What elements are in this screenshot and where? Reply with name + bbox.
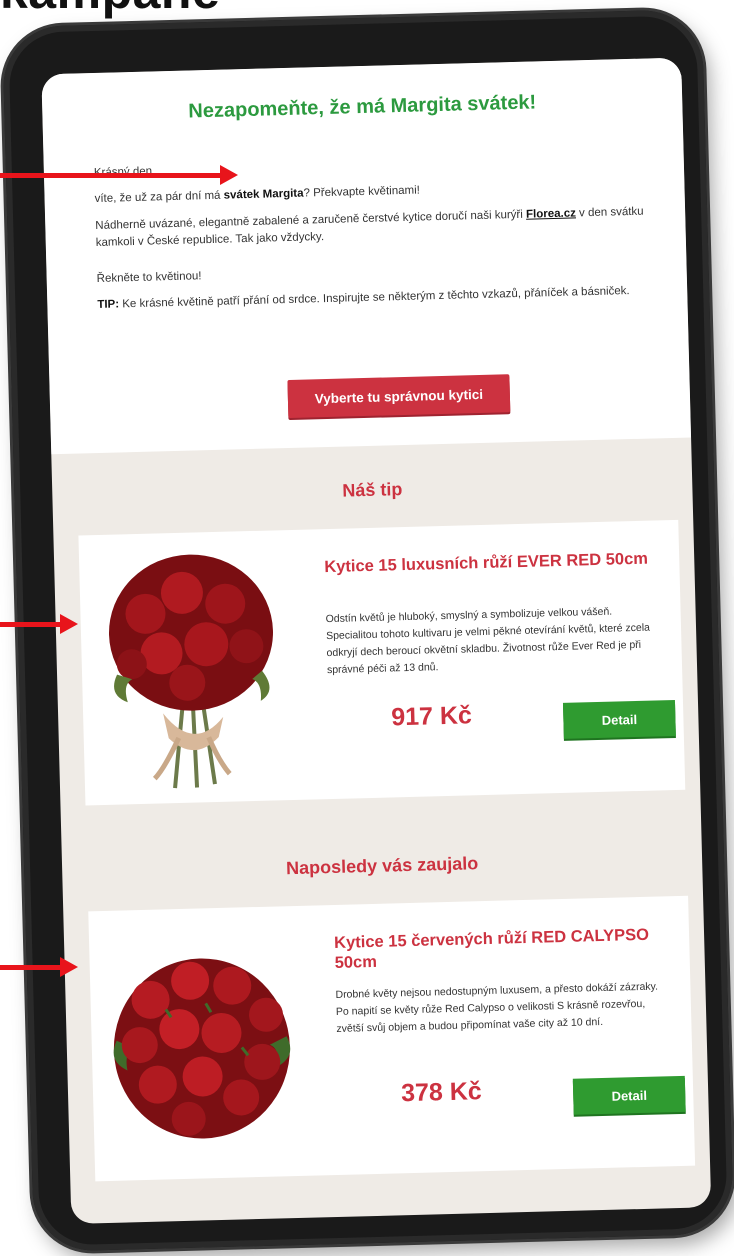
email-title: Nezapomeňte, že má Margita svátek! [188,91,537,123]
product-description: Drobné květy nejsou nedostupným luxusem,… [335,980,659,1035]
red-arrow-icon [0,614,78,634]
say-it-text: Řekněte to květinou! [96,270,202,285]
email-screen: Nezapomeňte, že má Margita svátek! Krásn… [41,57,712,1224]
product-card-ever-red: Kytice 15 luxusních růží EVER RED 50cm O… [78,519,686,806]
delivery-paragraph: Nádherně uvázané, elegantně zabalené a z… [95,205,644,249]
name-day-text: svátek Margita [223,187,304,202]
section-title-our-tip: Náš tip [342,479,403,501]
tablet-frame: Nezapomeňte, že má Margita svátek! Krásn… [2,9,734,1252]
section-title-recently-viewed: Naposledy vás zaujalo [285,853,479,879]
product-title[interactable]: Kytice 15 luxusních růží EVER RED 50cm [324,548,664,577]
product-title[interactable]: Kytice 15 červených růží RED CALYPSO 50c… [334,924,675,973]
detail-button[interactable]: Detail [572,1075,686,1115]
bouquet-red-calypso-image[interactable] [109,926,295,1171]
bouquet-ever-red-image[interactable] [99,550,285,795]
product-description: Odstín květů je hluboký, smyslný a symbo… [325,605,651,677]
red-arrow-icon [0,957,78,977]
red-arrow-icon [0,165,238,185]
tip-label: TIP: [97,298,120,311]
product-price: 917 Kč [390,701,473,732]
florea-link[interactable]: Florea.cz [526,207,576,220]
product-price: 378 Kč [400,1077,483,1108]
intro-line: víte, že už za pár dní má svátek Margita… [94,184,421,206]
product-card-red-calypso: Kytice 15 červených růží RED CALYPSO 50c… [88,895,696,1182]
email-intro: Nezapomeňte, že má Margita svátek! Krásn… [41,57,692,455]
detail-button[interactable]: Detail [562,699,676,739]
tip-paragraph: TIP: Ke krásné květině patří přání od sr… [97,285,630,311]
page-heading: kampaně [0,0,220,20]
choose-bouquet-button[interactable]: Vyberte tu správnou kytici [287,374,511,419]
